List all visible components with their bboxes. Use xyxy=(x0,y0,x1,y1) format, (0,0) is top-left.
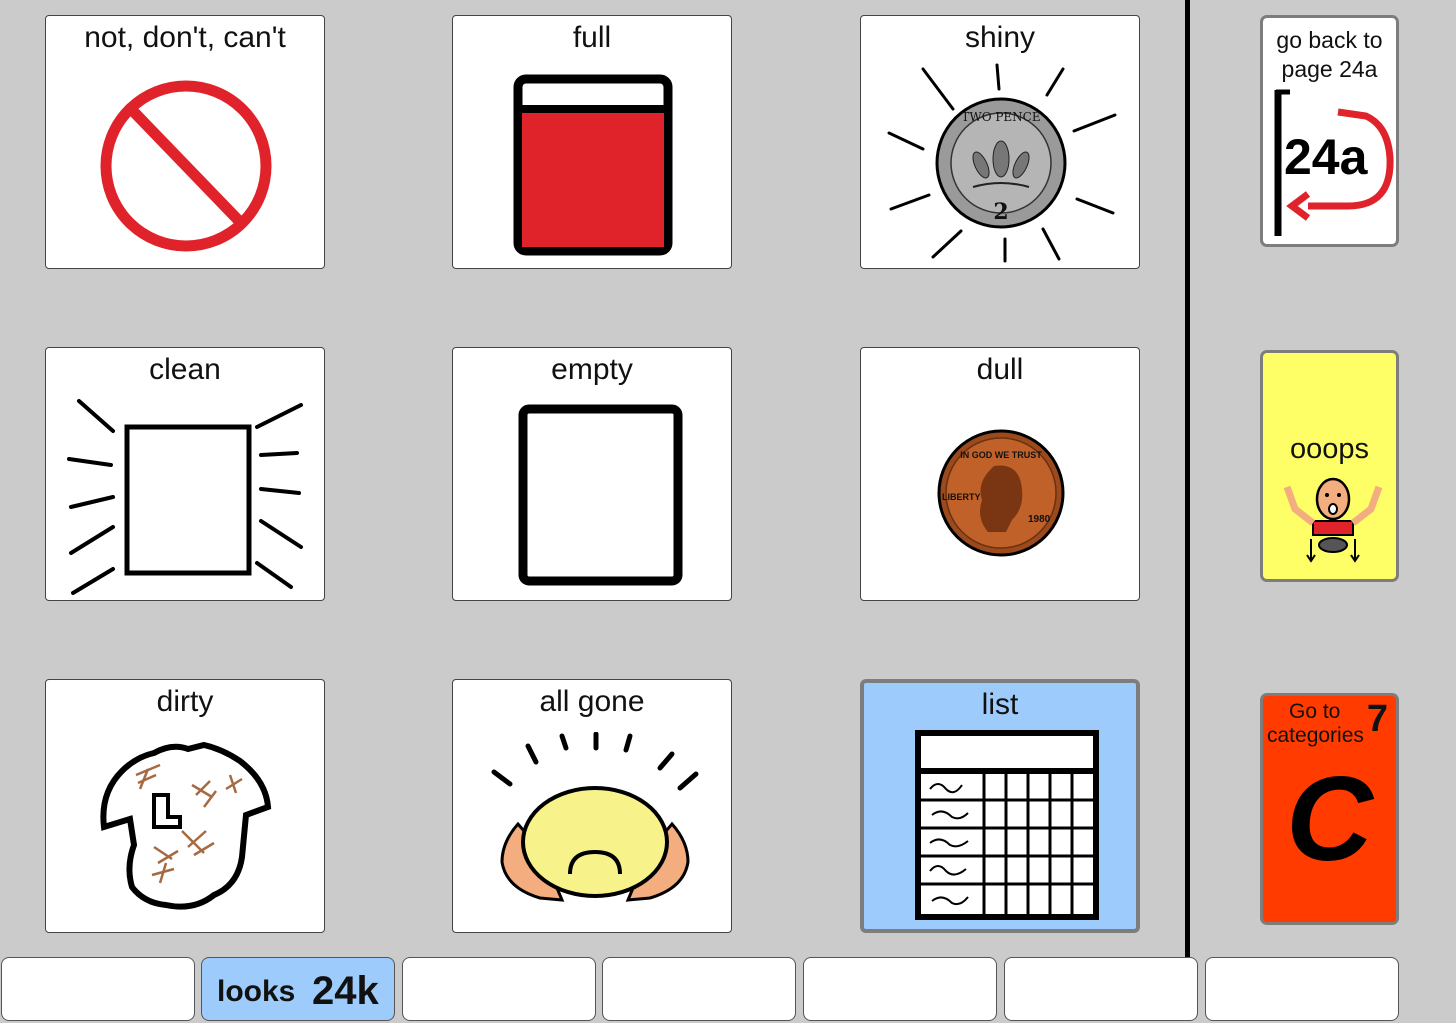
cell-not[interactable]: not, don't, can't xyxy=(45,15,325,269)
cell-full[interactable]: full xyxy=(452,15,732,269)
cell-shiny[interactable]: shiny TWO PENCE 2 xyxy=(860,15,1140,269)
empty-bowl-icon xyxy=(491,732,699,902)
tab-looks[interactable]: looks 24k xyxy=(201,957,395,1021)
cell-dull[interactable]: dull IN GOD WE TRUST LIBERTY 1980 xyxy=(860,347,1140,601)
go-to-categories-button[interactable]: Go to categories 7 C xyxy=(1260,693,1399,925)
cell-all-gone[interactable]: all gone xyxy=(452,679,732,933)
cell-dirty[interactable]: dirty xyxy=(45,679,325,933)
coin-motto: IN GOD WE TRUST xyxy=(960,450,1042,460)
tab-5[interactable] xyxy=(803,957,997,1021)
dull-penny-icon: IN GOD WE TRUST LIBERTY 1980 xyxy=(937,429,1065,557)
cell-label: not, don't, can't xyxy=(84,21,286,54)
dropping-person-icon xyxy=(1283,477,1383,563)
tab-7[interactable] xyxy=(1205,957,1399,1021)
cell-label: dirty xyxy=(156,685,214,718)
coin-value: 2 xyxy=(993,199,1008,225)
coin-text: TWO PENCE xyxy=(961,110,1040,124)
cell-empty[interactable]: empty xyxy=(452,347,732,601)
cell-label: full xyxy=(572,21,612,54)
categories-line2: categories xyxy=(1267,724,1364,747)
tab-code: 24k xyxy=(312,969,379,1013)
cell-list[interactable]: list xyxy=(860,679,1140,933)
dirty-shirt-icon xyxy=(100,741,272,910)
clean-box-icon xyxy=(67,399,303,595)
tab-label: looks xyxy=(217,975,296,1008)
tab-4[interactable] xyxy=(602,957,796,1021)
list-table-icon xyxy=(915,730,1099,920)
cell-label: empty xyxy=(551,353,633,386)
back-label-line2: page 24a xyxy=(1281,56,1378,82)
cell-clean[interactable]: clean xyxy=(45,347,325,601)
page-code: 24a xyxy=(1284,129,1369,185)
coin-liberty: LIBERTY xyxy=(942,492,981,502)
full-container-icon xyxy=(513,74,673,256)
tab-3[interactable] xyxy=(402,957,596,1021)
divider xyxy=(1185,0,1190,958)
tab-6[interactable] xyxy=(1004,957,1198,1021)
coin-year: 1980 xyxy=(1028,514,1051,525)
empty-container-icon xyxy=(518,404,683,586)
cell-label: shiny xyxy=(964,21,1036,54)
return-arrow-icon: 24a xyxy=(1274,89,1394,236)
cell-label: dull xyxy=(976,353,1024,386)
tab-1[interactable] xyxy=(1,957,195,1021)
cell-label: list xyxy=(981,688,1019,721)
categories-line1: Go to xyxy=(1289,700,1341,723)
shiny-coin-icon: TWO PENCE 2 xyxy=(887,63,1117,263)
oops-button[interactable]: ooops xyxy=(1260,350,1399,582)
categories-letter: C xyxy=(1286,752,1373,886)
go-back-button[interactable]: go back to page 24a 24a xyxy=(1260,15,1399,247)
back-label-line1: go back to xyxy=(1276,27,1383,53)
no-symbol-icon xyxy=(100,80,272,252)
cell-label: clean xyxy=(149,353,221,386)
cell-label: all gone xyxy=(539,685,645,718)
oops-label: ooops xyxy=(1289,433,1369,465)
categories-number: 7 xyxy=(1366,698,1388,740)
